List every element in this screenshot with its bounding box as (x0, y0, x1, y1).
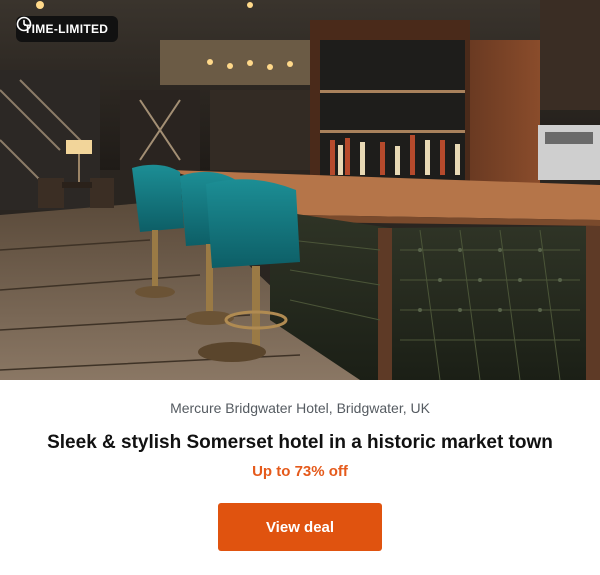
badge-label: TIME-LIMITED (24, 22, 109, 36)
discount-label: Up to 73% off (252, 463, 348, 480)
deal-card: TIME-LIMITED Mercure Bridgwater Hotel, B… (0, 0, 600, 575)
hotel-bar-photo[interactable]: TIME-LIMITED (0, 0, 600, 380)
bar-interior-illustration (0, 0, 600, 380)
view-deal-button[interactable]: View deal (218, 503, 382, 551)
deal-details: Mercure Bridgwater Hotel, Bridgwater, UK… (0, 398, 600, 482)
deal-title[interactable]: Sleek & stylish Somerset hotel in a hist… (0, 430, 600, 456)
clock-icon (16, 16, 32, 32)
hotel-location: Mercure Bridgwater Hotel, Bridgwater, UK (170, 400, 430, 416)
time-limited-badge: TIME-LIMITED (16, 16, 119, 42)
